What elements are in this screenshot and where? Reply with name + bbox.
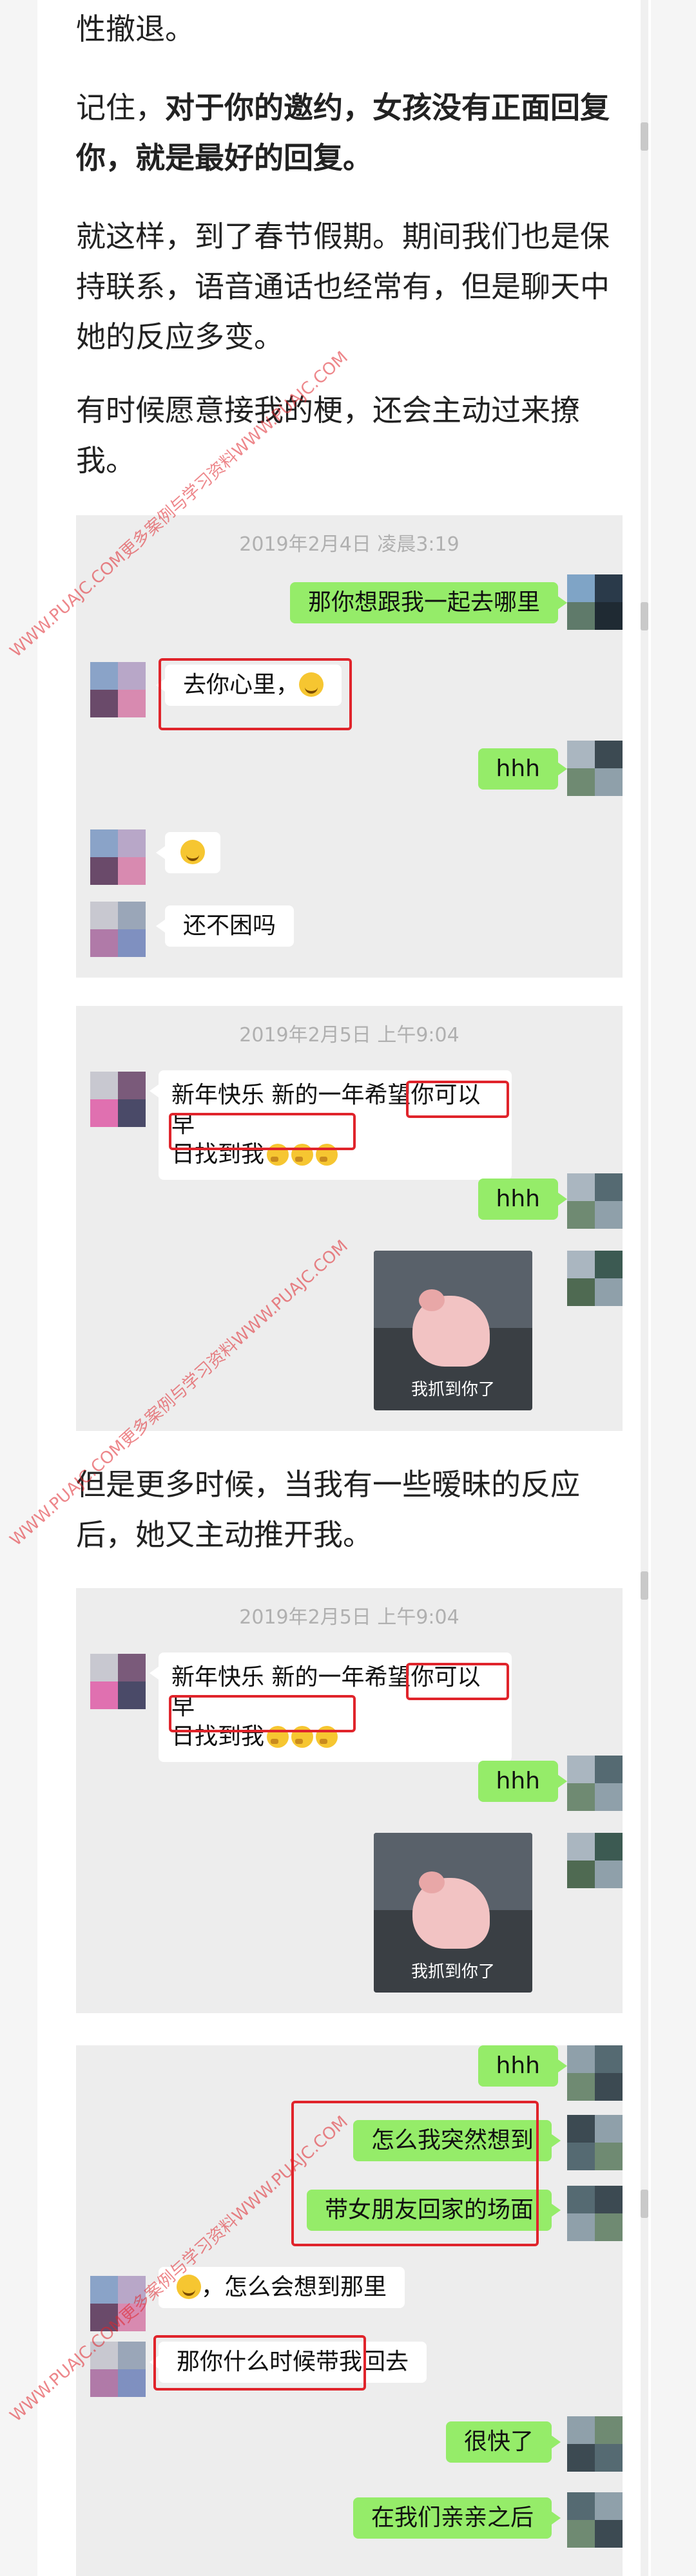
avatar xyxy=(567,741,623,796)
chat-bubble-sent: 很快了 xyxy=(445,2421,561,2463)
highlight-box xyxy=(406,1663,509,1700)
piglet-image: 我抓到你了 xyxy=(374,1251,532,1410)
chat-screenshot: 2019年2月5日 上午9:04 新年快乐 新的一年希望你可以早 日找到我 hh… xyxy=(76,1588,623,2013)
chat-bubble-received xyxy=(156,832,220,873)
chat-bubble-received: 还不困吗 xyxy=(155,905,295,947)
avatar xyxy=(567,2115,623,2170)
avatar xyxy=(90,902,146,957)
avatar xyxy=(90,1654,146,1709)
paragraph: 但是更多时候，当我有一些暧昧的反应后，她又主动推开我。 xyxy=(76,1467,580,1552)
piglet-image: 我抓到你了 xyxy=(374,1833,532,1993)
avatar xyxy=(567,2186,623,2241)
paragraph-lead: 记住， xyxy=(76,90,165,125)
highlight-box xyxy=(153,2335,366,2391)
bubble-text: ，怎么会想到那里 xyxy=(201,2274,387,2300)
paragraph: 就这样，到了春节假期。期间我们也是保持联系，语音通话也经常有，但是聊天中她的反应… xyxy=(76,219,610,354)
piglet-ear xyxy=(419,1289,445,1311)
avatar xyxy=(90,829,146,885)
paragraph-emphasis: 记住，对于你的邀约，女孩没有正面回复你，就是最好的回复。 xyxy=(76,82,630,183)
chat-timestamp: 2019年2月5日 上午9:04 xyxy=(239,1606,459,1629)
avatar xyxy=(567,1756,623,1811)
scroll-thumb[interactable] xyxy=(641,602,648,630)
chat-bubble-sent: 那你想跟我一起去哪里 xyxy=(289,582,568,623)
avatar xyxy=(567,2492,623,2548)
article-page: 性撤退。 记住，对于你的邀约，女孩没有正面回复你，就是最好的回复。 就这样，到了… xyxy=(0,0,696,2576)
chat-bubble-sent: hhh xyxy=(478,1179,568,1220)
image-caption: 我抓到你了 xyxy=(411,1380,495,1399)
paragraph: 性撤退。 xyxy=(76,12,195,46)
paragraph: 有时候愿意接我的梗，还会主动过来撩我。 xyxy=(76,393,580,478)
highlight-box xyxy=(406,1081,509,1118)
image-caption: 我抓到你了 xyxy=(411,1962,495,1982)
avatar xyxy=(567,1173,623,1229)
avatar xyxy=(567,574,623,630)
scroll-thumb[interactable] xyxy=(641,122,648,151)
avatar xyxy=(567,1251,623,1306)
chat-timestamp: 2019年2月5日 上午9:04 xyxy=(239,1024,459,1046)
chat-screenshot: 2019年2月5日 上午9:04 新年快乐 新的一年希望你可以早 日找到我 hh… xyxy=(76,1006,623,1431)
highlight-box xyxy=(159,658,352,730)
avatar xyxy=(90,662,146,717)
highlight-box xyxy=(169,1113,356,1150)
avatar xyxy=(90,1072,146,1127)
scrollbar[interactable] xyxy=(641,0,648,2576)
scroll-thumb[interactable] xyxy=(641,1571,648,1600)
avatar xyxy=(567,2416,623,2472)
chat-screenshot: 2019年2月4日 凌晨3:19 那你想跟我一起去哪里 去你心里， hhh 还不… xyxy=(76,515,623,978)
grin-emoji-icon xyxy=(180,840,205,864)
chat-bubble-received: ，怎么会想到那里 xyxy=(149,2267,405,2308)
chat-bubble-sent: hhh xyxy=(478,748,568,790)
chat-bubble-sent: hhh xyxy=(478,2045,568,2087)
avatar xyxy=(567,1833,623,1888)
chat-bubble-sent: hhh xyxy=(478,1761,568,1802)
scroll-thumb[interactable] xyxy=(641,2190,648,2218)
avatar xyxy=(567,2045,623,2101)
highlight-box xyxy=(169,1695,356,1732)
piglet-ear xyxy=(419,1871,445,1893)
chat-bubble-sent: 在我们亲亲之后 xyxy=(353,2497,561,2539)
